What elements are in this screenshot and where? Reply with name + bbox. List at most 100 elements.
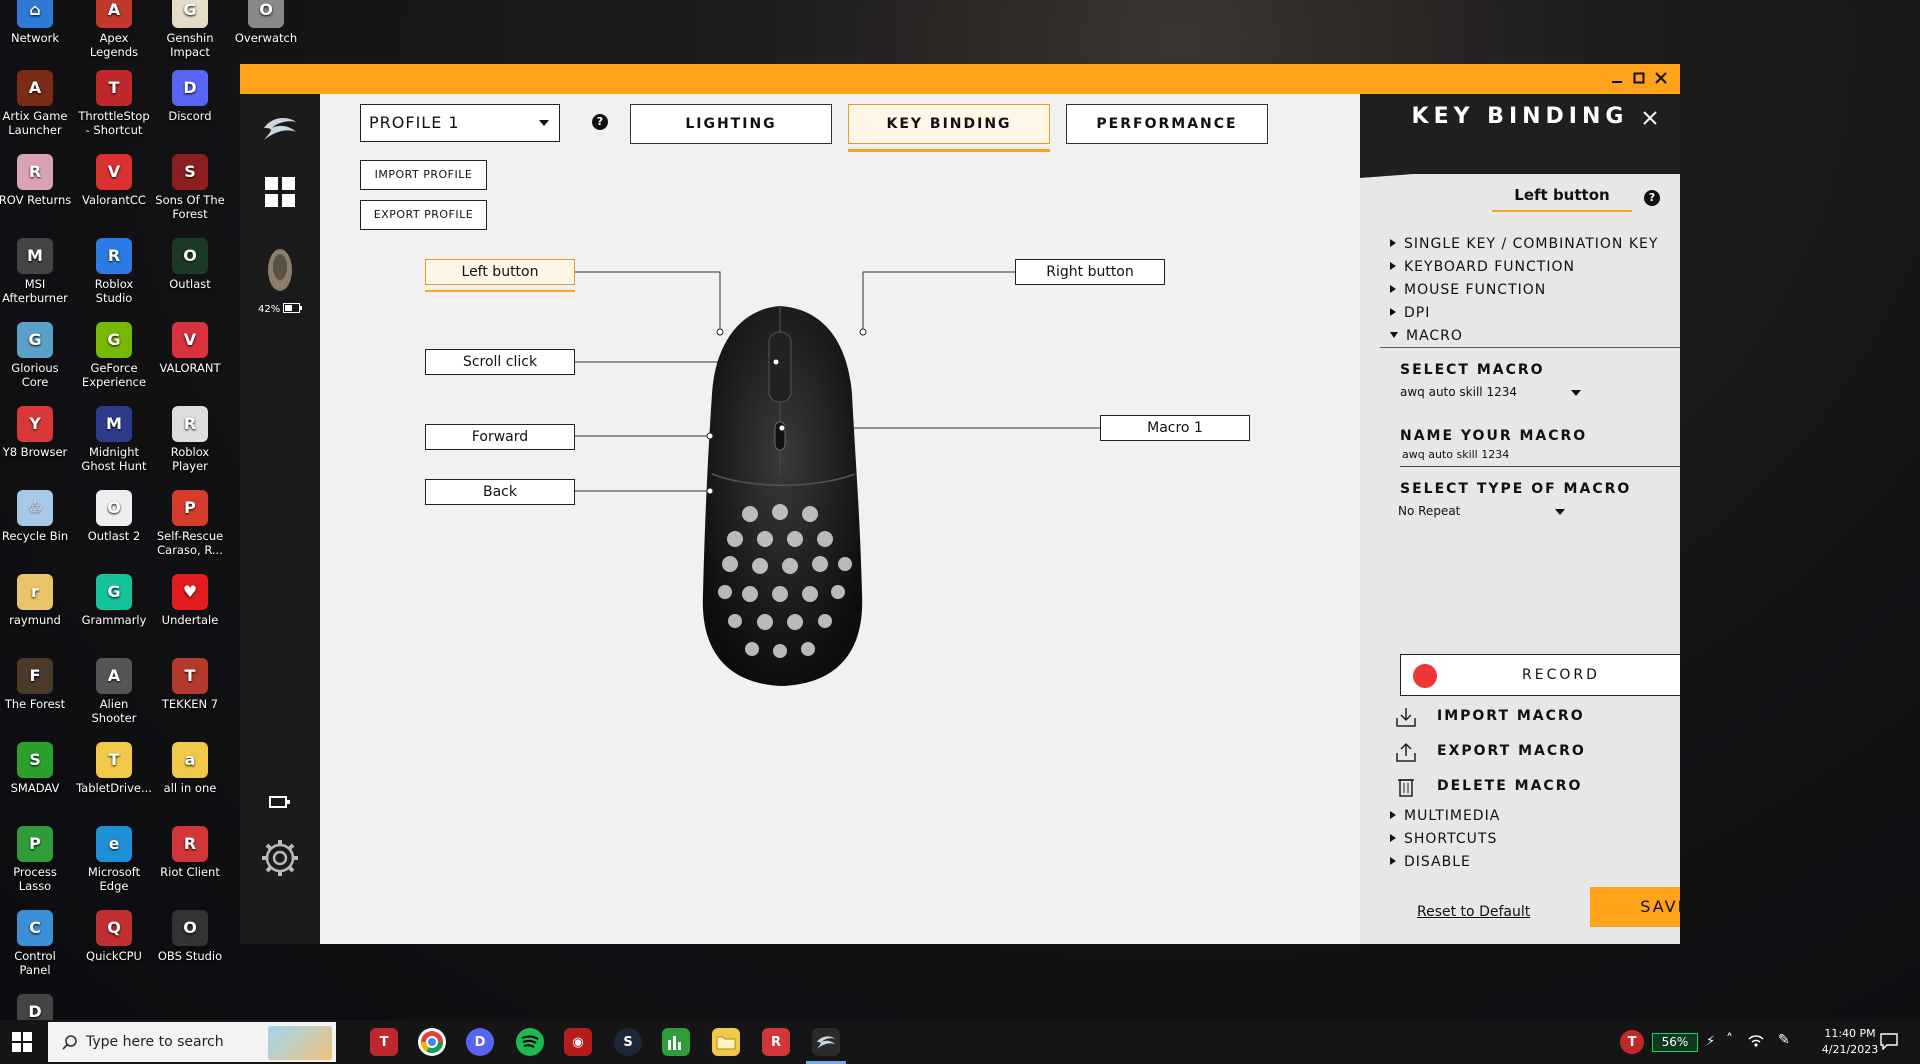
import-profile-button[interactable]: IMPORT PROFILE	[360, 160, 487, 190]
menu-single-key[interactable]: SINGLE KEY / COMBINATION KEY	[1390, 236, 1658, 252]
macro-name-input[interactable]: awq auto skill 1234	[1402, 448, 1509, 461]
maximize-button[interactable]	[1628, 68, 1650, 90]
callout-scroll-click[interactable]: Scroll click	[425, 349, 575, 375]
tray-date[interactable]: 4/21/2023	[1810, 1043, 1890, 1056]
menu-keyboard-function[interactable]: KEYBOARD FUNCTION	[1390, 259, 1575, 275]
desktop-icon-process-lasso[interactable]: P Process Lasso	[0, 826, 73, 893]
desktop-icon-tekken-7[interactable]: T TEKKEN 7	[152, 658, 228, 711]
taskbar-chrome-icon[interactable]	[418, 1028, 446, 1056]
menu-multimedia[interactable]: MULTIMEDIA	[1390, 808, 1500, 824]
desktop-icon-geforce-experience[interactable]: G GeForce Experience	[76, 322, 152, 389]
desktop-icon-throttlestop-shortcut[interactable]: T ThrottleStop - Shortcut	[76, 70, 152, 137]
desktop-icon-roblox-player[interactable]: R Roblox Player	[152, 406, 228, 473]
callout-left-button[interactable]: Left button	[425, 259, 575, 285]
desktop-icon-outlast-2[interactable]: O Outlast 2	[76, 490, 152, 543]
desktop-icon-tabletdrive[interactable]: T TabletDrive...	[76, 742, 152, 795]
tray-network-icon[interactable]	[1748, 1034, 1764, 1052]
desktop-icon-msi-afterburner[interactable]: M MSI Afterburner	[0, 238, 73, 305]
desktop-icon-valorantcc[interactable]: V ValorantCC	[76, 154, 152, 207]
tab-lighting[interactable]: LIGHTING	[630, 104, 832, 144]
desktop-icon-rov-returns[interactable]: R ROV Returns	[0, 154, 73, 207]
taskbar-discord-icon[interactable]: D	[466, 1028, 494, 1056]
device-switch-icon[interactable]	[258, 780, 302, 824]
start-button[interactable]	[12, 1032, 32, 1056]
glorious-logo-icon[interactable]	[258, 106, 302, 150]
desktop-icon-alien-shooter[interactable]: A Alien Shooter	[76, 658, 152, 725]
taskbar-throttlestop-icon[interactable]: T	[370, 1028, 398, 1056]
desktop-icon-midnight-ghost-hunt[interactable]: M Midnight Ghost Hunt	[76, 406, 152, 473]
title-bar[interactable]	[240, 64, 1680, 94]
desktop-icon-apex-legends[interactable]: A Apex Legends	[76, 0, 152, 59]
reset-to-default-link[interactable]: Reset to Default	[1417, 904, 1530, 920]
desktop-icon-obs-studio[interactable]: O OBS Studio	[152, 910, 228, 963]
desktop-icon-artix-game-launcher[interactable]: A Artix Game Launcher	[0, 70, 73, 137]
tray-time[interactable]: 11:40 PM	[1810, 1027, 1890, 1040]
export-macro-button[interactable]: EXPORT MACRO	[1395, 741, 1584, 767]
profile-help-icon[interactable]: ?	[592, 114, 608, 130]
desktop-icon-self-rescue-caraso-r[interactable]: P Self-Rescue Caraso, R...	[152, 490, 228, 557]
menu-dpi[interactable]: DPI	[1390, 305, 1430, 321]
desktop-icon-all-in-one[interactable]: a all in one	[152, 742, 228, 795]
delete-macro-button[interactable]: DELETE MACRO	[1395, 776, 1580, 802]
select-macro-dropdown[interactable]: awq auto skill 1234	[1400, 385, 1517, 399]
dashboard-grid-icon[interactable]	[258, 170, 302, 214]
taskbar-glorious-core-icon[interactable]	[812, 1028, 840, 1056]
desktop-icon-overwatch[interactable]: O Overwatch	[228, 0, 304, 45]
profile-dropdown[interactable]: PROFILE 1	[360, 104, 560, 142]
menu-mouse-function[interactable]: MOUSE FUNCTION	[1390, 282, 1546, 298]
desktop-icon-control-panel[interactable]: C Control Panel	[0, 910, 73, 977]
macro-type-dropdown[interactable]: No Repeat	[1398, 504, 1460, 518]
settings-gear-icon[interactable]	[258, 836, 302, 880]
desktop-icon-the-forest[interactable]: F The Forest	[0, 658, 73, 711]
import-macro-button[interactable]: IMPORT MACRO	[1395, 706, 1583, 732]
record-button[interactable]: RECORD	[1400, 654, 1680, 696]
desktop-icon-discord[interactable]: D Discord	[152, 70, 228, 123]
callout-macro-1[interactable]: Macro 1	[1100, 415, 1250, 441]
tray-pen-icon[interactable]: ✎	[1778, 1032, 1790, 1048]
desktop-icon-riot-client[interactable]: R Riot Client	[152, 826, 228, 879]
tray-throttlestop-icon[interactable]: T	[1620, 1030, 1644, 1054]
chevron-down-icon[interactable]	[1571, 390, 1581, 396]
taskbar-riot-client-icon[interactable]: R	[762, 1028, 790, 1056]
close-window-button[interactable]	[1650, 68, 1672, 90]
taskbar-file-explorer-icon[interactable]	[712, 1028, 740, 1056]
callout-back[interactable]: Back	[425, 479, 575, 505]
menu-disable[interactable]: DISABLE	[1390, 854, 1471, 870]
menu-macro[interactable]: MACRO	[1390, 328, 1463, 344]
taskbar-steam-icon[interactable]: S	[614, 1028, 642, 1056]
desktop-icon-glorious-core[interactable]: G Glorious Core	[0, 322, 73, 389]
device-mouse-icon[interactable]	[258, 240, 302, 300]
export-profile-button[interactable]: EXPORT PROFILE	[360, 200, 487, 230]
chevron-down-icon[interactable]	[1555, 509, 1565, 515]
tray-battery-monitor[interactable]: 56%	[1652, 1033, 1698, 1052]
desktop-icon-microsoft-edge[interactable]: e Microsoft Edge	[76, 826, 152, 893]
desktop-icon-recycle-bin[interactable]: ♲ Recycle Bin	[0, 490, 73, 543]
desktop-icon-outlast[interactable]: O Outlast	[152, 238, 228, 291]
desktop-icon-valorant[interactable]: V VALORANT	[152, 322, 228, 375]
callout-forward[interactable]: Forward	[425, 424, 575, 450]
binding-help-icon[interactable]: ?	[1644, 190, 1660, 206]
callout-right-button[interactable]: Right button	[1015, 259, 1165, 285]
desktop-icon-undertale[interactable]: ♥ Undertale	[152, 574, 228, 627]
desktop-icon-sons-of-the-forest[interactable]: S Sons Of The Forest	[152, 154, 228, 221]
desktop-icon-roblox-studio[interactable]: R Roblox Studio	[76, 238, 152, 305]
tray-chevron-up-icon[interactable]: ˄	[1726, 1032, 1733, 1048]
menu-shortcuts[interactable]: SHORTCUTS	[1390, 831, 1497, 847]
tray-power-icon[interactable]: ⚡	[1706, 1034, 1715, 1049]
minimize-button[interactable]	[1606, 68, 1628, 90]
taskbar-process-lasso-icon[interactable]	[662, 1028, 690, 1056]
search-input[interactable]: Type here to search	[48, 1022, 336, 1062]
taskbar-spotify-icon[interactable]	[516, 1028, 544, 1056]
desktop-icon-genshin-impact[interactable]: G Genshin Impact	[152, 0, 228, 59]
desktop-icon-raymund[interactable]: r raymund	[0, 574, 73, 627]
tab-key-binding[interactable]: KEY BINDING	[848, 104, 1050, 144]
tab-performance[interactable]: PERFORMANCE	[1066, 104, 1268, 144]
notification-center-button[interactable]	[1880, 1032, 1898, 1054]
desktop-icon-network[interactable]: ⌂ Network	[0, 0, 73, 45]
desktop-icon-smadav[interactable]: S SMADAV	[0, 742, 73, 795]
desktop-icon-grammarly[interactable]: G Grammarly	[76, 574, 152, 627]
desktop-icon-quickcpu[interactable]: Q QuickCPU	[76, 910, 152, 963]
taskbar-red-app-icon[interactable]: ◉	[564, 1028, 592, 1056]
panel-close-button[interactable]	[1642, 104, 1658, 132]
desktop-icon-y8-browser[interactable]: Y Y8 Browser	[0, 406, 73, 459]
